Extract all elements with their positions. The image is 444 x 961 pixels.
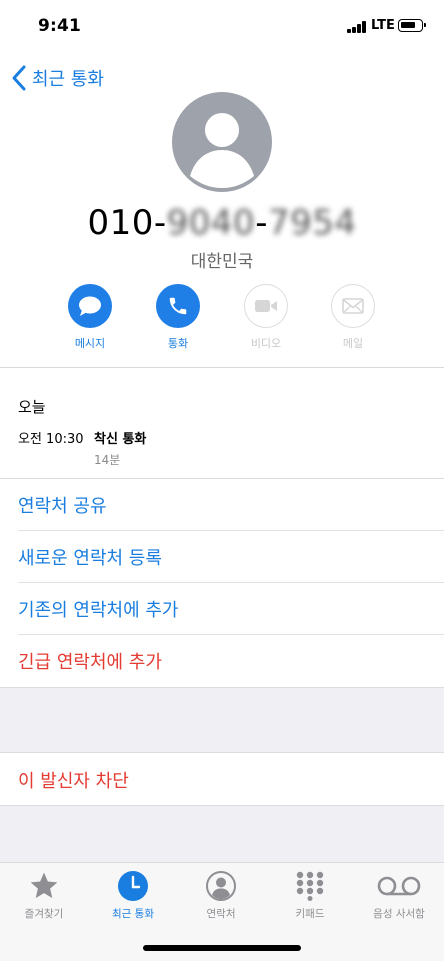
call-log-duration: 14분 xyxy=(94,453,121,467)
star-icon xyxy=(30,872,58,898)
message-button[interactable]: 메시지 xyxy=(60,284,120,351)
keypad-icon xyxy=(296,871,324,901)
avatar xyxy=(172,92,272,192)
tab-recents[interactable]: 최근 통화 xyxy=(89,869,177,921)
clock-icon xyxy=(118,871,148,901)
section-gap xyxy=(0,805,444,862)
tab-keypad-label: 키패드 xyxy=(295,908,325,920)
battery-icon xyxy=(398,19,426,32)
video-label: 비디오 xyxy=(250,337,282,350)
status-time: 9:41 xyxy=(38,16,82,36)
number-hidden-part-2: 7954 xyxy=(267,203,357,243)
mail-button[interactable]: 메일 xyxy=(323,284,383,351)
tab-bar: 즐겨찾기 최근 통화 연락처 키패드 음성 사서함 xyxy=(0,862,444,961)
country-label: 대한민국 xyxy=(190,252,254,272)
call-log-time: 오전 10:30 xyxy=(18,432,84,447)
video-icon xyxy=(255,300,277,312)
section-gap xyxy=(0,687,444,753)
video-button[interactable]: 비디오 xyxy=(236,284,296,351)
home-indicator xyxy=(143,945,301,951)
back-label: 최근 통화 xyxy=(32,69,104,90)
tab-contacts-label: 연락처 xyxy=(206,908,236,920)
signal-icon xyxy=(347,21,367,33)
phone-number: 010-9040-7954 xyxy=(0,203,444,243)
block-caller-button[interactable]: 이 발신자 차단 xyxy=(0,754,444,806)
message-label: 메시지 xyxy=(74,337,106,350)
call-button[interactable]: 통화 xyxy=(148,284,208,351)
call-log-day: 오늘 xyxy=(18,398,46,416)
status-bar: 9:41 LTE xyxy=(0,0,444,50)
create-new-contact-button[interactable]: 새로운 연락처 등록 xyxy=(0,531,444,583)
divider xyxy=(0,367,444,368)
tab-contacts[interactable]: 연락처 xyxy=(177,869,265,921)
tab-keypad[interactable]: 키패드 xyxy=(266,869,354,921)
person-icon xyxy=(190,113,254,188)
mail-icon xyxy=(342,298,364,314)
network-label: LTE xyxy=(371,18,395,33)
tab-favorites[interactable]: 즐겨찾기 xyxy=(0,869,88,921)
add-to-emergency-contacts-button[interactable]: 긴급 연락처에 추가 xyxy=(0,635,444,687)
chevron-left-icon xyxy=(12,65,26,91)
tab-recents-label: 최근 통화 xyxy=(112,908,154,920)
add-to-existing-contact-button[interactable]: 기존의 연락처에 추가 xyxy=(0,583,444,635)
number-hidden-part-1: 9040 xyxy=(166,203,256,243)
back-button[interactable]: 최근 통화 xyxy=(10,64,104,92)
call-label: 통화 xyxy=(167,337,189,350)
tab-favorites-label: 즐겨찾기 xyxy=(24,908,64,920)
voicemail-icon xyxy=(377,876,421,896)
action-buttons: 메시지 통화 비디오 메일 xyxy=(0,284,444,354)
phone-icon xyxy=(169,297,187,315)
call-log-type: 착신 통화 xyxy=(94,432,147,447)
message-icon xyxy=(79,296,101,316)
tab-voicemail[interactable]: 음성 사서함 xyxy=(355,869,443,921)
contacts-icon xyxy=(206,871,236,901)
tab-voicemail-label: 음성 사서함 xyxy=(373,908,425,920)
share-contact-button[interactable]: 연락처 공유 xyxy=(0,479,444,531)
mail-label: 메일 xyxy=(342,337,364,350)
number-separator: - xyxy=(255,203,268,243)
number-prefix: 010- xyxy=(87,203,167,243)
